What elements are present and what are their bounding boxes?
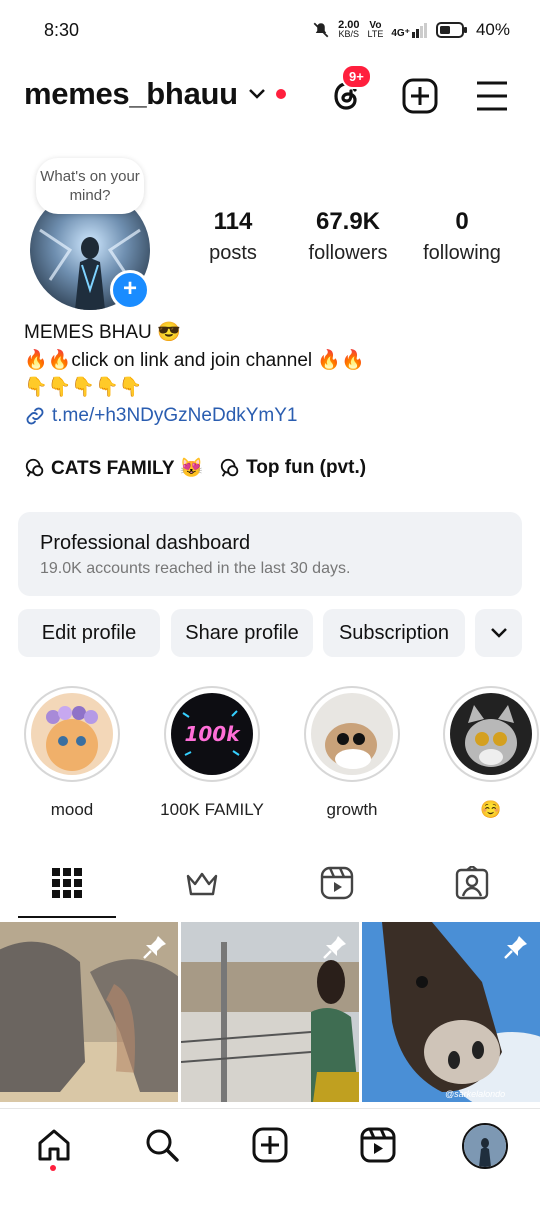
signal-icon (411, 23, 427, 38)
bio-emoji-line: 👇👇👇👇👇 (24, 377, 143, 398)
menu-button[interactable] (476, 80, 508, 112)
create-post-button[interactable] (402, 78, 438, 114)
stat-value: 67.9K (315, 208, 381, 235)
menu-icon (477, 81, 507, 111)
nav-home[interactable] (36, 1127, 72, 1171)
mute-bell-icon (313, 22, 329, 38)
channel-item[interactable]: CATS FAMILY 😻 (24, 456, 203, 480)
reels-icon (320, 866, 354, 900)
username: memes_bhauu (24, 76, 238, 111)
highlight-100k-family[interactable]: 100k 100K FAMILY (158, 686, 266, 820)
stat-label: posts (209, 242, 257, 264)
edit-profile-button[interactable]: Edit profile (18, 609, 160, 657)
professional-dashboard[interactable]: Professional dashboard 19.0K accounts re… (18, 512, 522, 596)
badge-art-text: 100k (184, 722, 241, 746)
highlight-growth[interactable]: growth (298, 686, 406, 820)
subscription-button[interactable]: Subscription (323, 609, 465, 657)
pinned-icon (322, 934, 348, 965)
battery-percent: 40% (475, 20, 510, 39)
highlight-mood[interactable]: mood (18, 686, 126, 820)
chevron-down-icon (490, 628, 507, 638)
pinned-icon (503, 934, 529, 965)
home-icon (38, 1129, 70, 1161)
highlight-label: mood (50, 800, 94, 819)
bio-link[interactable]: t.me/+h3NDyGzNeDdkYmY1 (24, 405, 298, 427)
search-icon (146, 1129, 179, 1162)
nav-profile[interactable] (462, 1123, 508, 1169)
profile-avatar (464, 1125, 506, 1167)
status-time: 8:30 (44, 20, 80, 40)
add-post-icon (402, 78, 438, 114)
highlight-label: ☺️ (480, 800, 502, 819)
chat-bubble-icon (220, 458, 239, 477)
home-notification-dot (50, 1165, 56, 1171)
pinned-icon (142, 934, 168, 965)
stat-value: 0 (455, 208, 469, 235)
broadcast-channels: CATS FAMILY 😻 Top fun (pvt.) (24, 456, 366, 480)
status-icons: 2.00 KB/S Vo LTE 4G⁺ 40% (312, 20, 510, 40)
suggested-toggle-button[interactable] (475, 609, 522, 657)
grey-cat-sunglasses-image (450, 693, 532, 775)
cat-sunglasses-image (311, 693, 393, 775)
network-speed: 2.00 KB/S (338, 19, 360, 39)
chat-bubble-icon (25, 458, 44, 477)
username-switcher[interactable]: memes_bhauu (24, 76, 286, 112)
volte-indicator: Vo LTE (367, 20, 384, 39)
channel-label: CATS FAMILY 😻 (51, 458, 204, 479)
dashboard-title: Professional dashboard (40, 532, 251, 554)
stat-following[interactable]: 0 following (414, 208, 510, 265)
dashboard-subtitle: 19.0K accounts reached in the last 30 da… (40, 560, 351, 577)
highlight-smile[interactable]: ☺️ (437, 686, 540, 820)
channel-item[interactable]: Top fun (pvt.) (219, 457, 366, 479)
channel-label: Top fun (pvt.) (246, 457, 367, 478)
stat-value: 114 (213, 208, 253, 235)
tagged-icon (455, 864, 489, 900)
stat-label: followers (308, 242, 388, 264)
stat-posts[interactable]: 114 posts (193, 208, 273, 265)
add-story-button[interactable]: + (110, 270, 150, 310)
reels-icon (360, 1127, 396, 1163)
bio-line: 🔥🔥click on link and join channel 🔥🔥 (24, 350, 365, 371)
grid-icon (52, 868, 82, 898)
highlight-label: growth (326, 800, 378, 819)
note-bubble[interactable]: What's on your mind? (36, 158, 144, 214)
kitten-flowers-image (31, 693, 113, 775)
tab-grid[interactable] (50, 866, 84, 900)
chevron-down-icon (248, 89, 265, 99)
active-tab-indicator (18, 916, 116, 918)
highlight-label: 100K FAMILY (160, 800, 264, 819)
bottom-navigation (0, 1108, 540, 1207)
tab-reels[interactable] (320, 866, 354, 900)
create-icon (252, 1127, 288, 1163)
stat-label: following (423, 242, 501, 264)
link-icon (26, 407, 44, 425)
tab-tagged[interactable] (455, 864, 489, 900)
nav-search[interactable] (144, 1127, 180, 1163)
100k-badge-image: 100k (171, 693, 253, 775)
tab-exclusive[interactable] (185, 868, 219, 900)
notification-dot (275, 89, 286, 99)
battery-icon (435, 22, 467, 38)
post-watermark: @sarkelalondo (445, 1089, 506, 1099)
crown-icon (186, 872, 218, 896)
nav-reels[interactable] (360, 1127, 396, 1163)
share-profile-button[interactable]: Share profile (171, 609, 313, 657)
bio-name: MEMES BHAU 😎 (24, 322, 181, 343)
threads-badge: 9+ (341, 64, 372, 89)
network-type: 4G⁺ (391, 22, 428, 39)
bio-link-text: t.me/+h3NDyGzNeDdkYmY1 (52, 405, 298, 426)
stat-followers[interactable]: 67.9K followers (298, 208, 398, 265)
nav-create[interactable] (252, 1127, 288, 1163)
